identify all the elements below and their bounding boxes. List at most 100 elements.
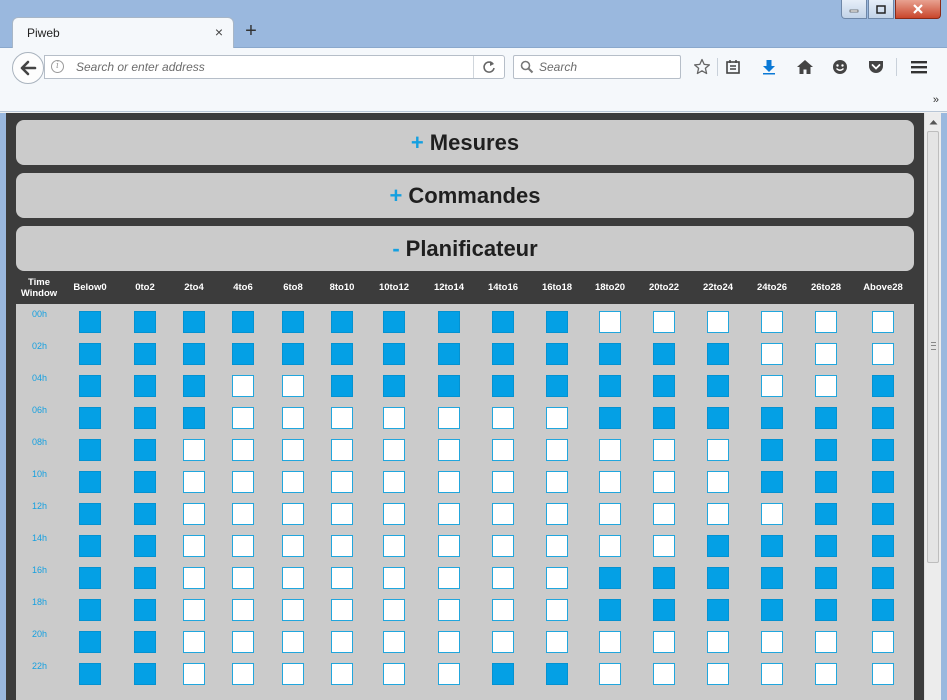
vertical-scrollbar[interactable] xyxy=(924,113,941,700)
schedule-cell[interactable] xyxy=(282,407,304,429)
schedule-cell[interactable] xyxy=(599,567,621,589)
schedule-cell[interactable] xyxy=(282,375,304,397)
url-input[interactable]: Search or enter address xyxy=(76,60,205,74)
schedule-cell[interactable] xyxy=(232,535,254,557)
schedule-cell[interactable] xyxy=(183,471,205,493)
schedule-cell[interactable] xyxy=(546,471,568,493)
schedule-cell[interactable] xyxy=(331,599,353,621)
schedule-cell[interactable] xyxy=(282,535,304,557)
schedule-cell[interactable] xyxy=(707,567,729,589)
schedule-cell[interactable] xyxy=(134,375,156,397)
schedule-cell[interactable] xyxy=(134,631,156,653)
schedule-cell[interactable] xyxy=(232,503,254,525)
schedule-cell[interactable] xyxy=(546,343,568,365)
scrollbar-thumb[interactable] xyxy=(927,131,939,563)
schedule-cell[interactable] xyxy=(492,343,514,365)
schedule-cell[interactable] xyxy=(282,663,304,685)
schedule-cell[interactable] xyxy=(599,311,621,333)
schedule-cell[interactable] xyxy=(282,311,304,333)
schedule-cell[interactable] xyxy=(438,535,460,557)
schedule-cell[interactable] xyxy=(183,375,205,397)
schedule-cell[interactable] xyxy=(815,663,837,685)
scroll-up-icon[interactable] xyxy=(929,119,938,125)
pocket-button[interactable] xyxy=(864,56,888,78)
schedule-cell[interactable] xyxy=(761,471,783,493)
schedule-cell[interactable] xyxy=(707,599,729,621)
schedule-cell[interactable] xyxy=(438,471,460,493)
panel-mesures[interactable]: + Mesures xyxy=(16,120,914,165)
schedule-cell[interactable] xyxy=(383,503,405,525)
schedule-cell[interactable] xyxy=(653,503,675,525)
schedule-cell[interactable] xyxy=(599,631,621,653)
schedule-cell[interactable] xyxy=(383,471,405,493)
schedule-cell[interactable] xyxy=(761,567,783,589)
schedule-cell[interactable] xyxy=(872,375,894,397)
schedule-cell[interactable] xyxy=(282,599,304,621)
schedule-cell[interactable] xyxy=(183,599,205,621)
schedule-cell[interactable] xyxy=(282,503,304,525)
schedule-cell[interactable] xyxy=(79,407,101,429)
schedule-cell[interactable] xyxy=(79,567,101,589)
schedule-cell[interactable] xyxy=(707,343,729,365)
schedule-cell[interactable] xyxy=(438,343,460,365)
schedule-cell[interactable] xyxy=(331,407,353,429)
schedule-cell[interactable] xyxy=(653,311,675,333)
emoji-button[interactable] xyxy=(828,56,852,78)
schedule-cell[interactable] xyxy=(438,375,460,397)
close-window-button[interactable] xyxy=(895,0,941,19)
schedule-cell[interactable] xyxy=(815,471,837,493)
schedule-cell[interactable] xyxy=(761,535,783,557)
schedule-cell[interactable] xyxy=(599,599,621,621)
schedule-cell[interactable] xyxy=(492,375,514,397)
schedule-cell[interactable] xyxy=(183,311,205,333)
schedule-cell[interactable] xyxy=(383,567,405,589)
schedule-cell[interactable] xyxy=(383,311,405,333)
schedule-cell[interactable] xyxy=(546,311,568,333)
schedule-cell[interactable] xyxy=(546,375,568,397)
schedule-cell[interactable] xyxy=(282,343,304,365)
schedule-cell[interactable] xyxy=(761,663,783,685)
schedule-cell[interactable] xyxy=(653,343,675,365)
schedule-cell[interactable] xyxy=(438,599,460,621)
schedule-cell[interactable] xyxy=(492,471,514,493)
schedule-cell[interactable] xyxy=(331,535,353,557)
overflow-chevron[interactable]: » xyxy=(933,94,939,106)
schedule-cell[interactable] xyxy=(383,439,405,461)
schedule-cell[interactable] xyxy=(282,471,304,493)
schedule-cell[interactable] xyxy=(546,407,568,429)
schedule-cell[interactable] xyxy=(383,535,405,557)
schedule-cell[interactable] xyxy=(183,663,205,685)
schedule-cell[interactable] xyxy=(872,471,894,493)
schedule-cell[interactable] xyxy=(79,471,101,493)
schedule-cell[interactable] xyxy=(599,471,621,493)
schedule-cell[interactable] xyxy=(653,567,675,589)
schedule-cell[interactable] xyxy=(232,343,254,365)
schedule-cell[interactable] xyxy=(492,631,514,653)
schedule-cell[interactable] xyxy=(183,567,205,589)
schedule-cell[interactable] xyxy=(761,343,783,365)
schedule-cell[interactable] xyxy=(599,503,621,525)
schedule-cell[interactable] xyxy=(383,407,405,429)
search-input[interactable]: Search xyxy=(539,60,577,74)
schedule-cell[interactable] xyxy=(707,471,729,493)
schedule-cell[interactable] xyxy=(232,407,254,429)
schedule-cell[interactable] xyxy=(707,375,729,397)
schedule-cell[interactable] xyxy=(134,407,156,429)
schedule-cell[interactable] xyxy=(815,343,837,365)
schedule-cell[interactable] xyxy=(383,343,405,365)
download-button[interactable] xyxy=(757,56,781,78)
schedule-cell[interactable] xyxy=(79,343,101,365)
schedule-cell[interactable] xyxy=(761,599,783,621)
schedule-cell[interactable] xyxy=(232,599,254,621)
schedule-cell[interactable] xyxy=(492,567,514,589)
home-button[interactable] xyxy=(793,56,817,78)
schedule-cell[interactable] xyxy=(872,343,894,365)
schedule-cell[interactable] xyxy=(653,407,675,429)
schedule-cell[interactable] xyxy=(872,311,894,333)
schedule-cell[interactable] xyxy=(331,503,353,525)
schedule-cell[interactable] xyxy=(232,567,254,589)
schedule-cell[interactable] xyxy=(438,311,460,333)
schedule-cell[interactable] xyxy=(331,663,353,685)
schedule-cell[interactable] xyxy=(761,631,783,653)
schedule-cell[interactable] xyxy=(438,503,460,525)
